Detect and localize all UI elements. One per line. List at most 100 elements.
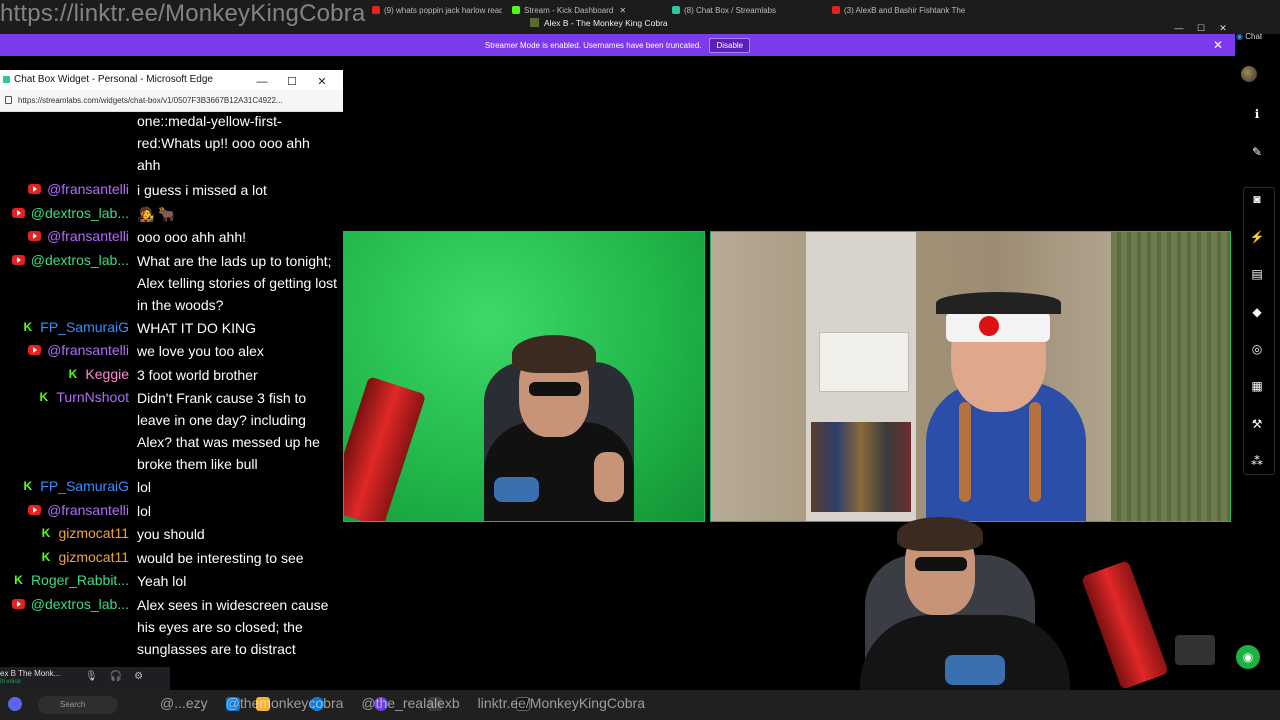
username[interactable]: @fransantelli — [47, 228, 129, 244]
search-input[interactable]: Search — [38, 696, 118, 714]
close-icon[interactable]: ✕ — [619, 6, 626, 15]
username[interactable]: @fransantelli — [47, 502, 129, 518]
close-icon[interactable]: ✕ — [1213, 38, 1223, 52]
chat-bubble-icon[interactable]: ◆ — [1249, 304, 1265, 320]
broadcast-icon[interactable]: ◎ — [1249, 341, 1265, 357]
disable-button[interactable]: Disable — [709, 37, 751, 53]
username[interactable]: TurnNshoot — [56, 389, 129, 405]
video-panel-host — [710, 231, 1231, 522]
window-title: Alex B - The Monkey King Cobra — [530, 18, 668, 28]
microphone-icon[interactable]: 🎙 — [85, 671, 98, 682]
camera-icon[interactable]: ◙ — [1249, 191, 1265, 207]
person-hair — [512, 335, 596, 373]
kick-icon: K — [41, 526, 51, 540]
calligraphy-scroll — [819, 332, 909, 392]
microphone-shape — [1080, 560, 1170, 690]
headphones — [936, 292, 1061, 314]
wrench-icon[interactable]: ⚒ — [1249, 416, 1265, 432]
username[interactable]: Roger_Rabbit... — [31, 572, 129, 588]
sunglasses — [529, 382, 581, 396]
message-text: would be interesting to see — [137, 550, 304, 566]
maximize-icon[interactable]: ☐ — [1190, 23, 1212, 34]
headphones-icon[interactable]: 🎧 — [110, 671, 122, 682]
right-sidebar: ℹ ✎ ◙ ⚡ ▤ ◆ ◎ ▦ ⚒ ⁂ — [1235, 56, 1280, 636]
maximize-icon[interactable]: ☐ — [277, 75, 307, 88]
username[interactable]: Keggie — [85, 366, 129, 382]
kick-icon: K — [39, 390, 49, 404]
username[interactable]: FP_SamuraiG — [40, 319, 129, 335]
youtube-icon — [832, 6, 840, 14]
window-controls: — ☐ ✕ — [247, 72, 337, 90]
books — [811, 422, 911, 512]
braid-left — [959, 402, 971, 502]
chat-bubble-icon[interactable]: ◉ — [1236, 645, 1260, 669]
url-text: https://streamlabs.com/widgets/chat-box/… — [18, 96, 283, 105]
streamlabs-icon — [3, 76, 10, 83]
username[interactable]: @dextros_lab... — [31, 252, 129, 268]
message-text: Didn't Frank cause 3 fish to leave in on… — [137, 390, 320, 472]
social-handle: linktr.ee/MonkeyKingCobra — [477, 695, 645, 711]
share-icon[interactable]: ⁂ — [1249, 453, 1265, 469]
banner-text: Streamer Mode is enabled. Usernames have… — [484, 40, 702, 50]
address-bar[interactable]: https://streamlabs.com/widgets/chat-box/… — [0, 90, 343, 112]
close-icon[interactable]: ✕ — [307, 75, 337, 88]
voice-user-name: ex B The Monk... — [0, 669, 61, 678]
browser-tab-strip: (9) whats poppin jack harlow reac Stream… — [0, 0, 1280, 34]
username[interactable]: gizmocat11 — [58, 525, 129, 541]
message-text: Yeah lol — [137, 573, 187, 589]
message-text: lol — [137, 503, 152, 519]
username[interactable]: FP_SamuraiG — [40, 478, 129, 494]
username[interactable]: @dextros_lab... — [31, 205, 129, 221]
streamer-mode-banner: Streamer Mode is enabled. Usernames have… — [0, 34, 1235, 56]
browser-tab[interactable]: (3) AlexB and Bashir Fishtank The — [832, 6, 982, 22]
window-controls: — ☐ ✕ — [1168, 18, 1234, 33]
info-icon[interactable]: ℹ — [1249, 106, 1265, 122]
discord-icon[interactable] — [8, 697, 22, 711]
kick-icon: K — [41, 550, 51, 564]
social-handle: @...ezy — [160, 695, 208, 711]
username[interactable]: @fransantelli — [47, 342, 129, 358]
kick-icon: K — [23, 320, 33, 334]
browser-tab[interactable]: (9) whats poppin jack harlow reac — [372, 6, 502, 22]
message-text: you should — [137, 526, 205, 542]
layers-icon[interactable]: ▦ — [1249, 378, 1265, 394]
minimize-icon[interactable]: — — [247, 76, 277, 88]
message-text: 3 foot world brother — [137, 367, 258, 383]
bolt-icon[interactable]: ⚡ — [1249, 229, 1265, 245]
gear-icon[interactable]: ⚙ — [134, 671, 143, 682]
minimize-icon[interactable]: — — [1168, 23, 1190, 33]
video-panel-guest — [343, 231, 705, 522]
edge-chat-button[interactable]: ◉ Chat — [1236, 32, 1280, 48]
youtube-icon — [28, 505, 42, 515]
youtube-icon — [11, 599, 25, 609]
sunglasses — [915, 557, 967, 571]
notes-icon[interactable]: ▤ — [1249, 266, 1265, 282]
voice-controls: 🎙 🎧 ⚙ — [85, 671, 155, 682]
close-icon[interactable]: ✕ — [1212, 23, 1234, 34]
youtube-icon — [28, 345, 42, 355]
overlay-link-text: https://linktr.ee/MonkeyKingCobra — [0, 0, 366, 27]
pencil-icon[interactable]: ✎ — [1249, 144, 1265, 160]
kick-icon: K — [14, 573, 23, 587]
username[interactable]: gizmocat11 — [58, 549, 129, 565]
copilot-icon: ◉ — [1236, 32, 1243, 41]
username[interactable]: @fransantelli — [47, 181, 129, 197]
lock-icon — [5, 96, 12, 104]
taskbar: Search @...ezy @themonkeycobra @the_realal… — [0, 690, 1280, 720]
rising-sun-emblem — [979, 316, 999, 336]
person-hair — [897, 517, 983, 551]
glove — [494, 477, 539, 502]
mic-arm — [1175, 635, 1215, 665]
message-text: one::medal-yellow-first-red:Whats up!! o… — [137, 113, 310, 173]
chat-window-title: Chat Box Widget - Personal - Microsoft E… — [14, 74, 213, 85]
browser-tab[interactable]: (8) Chat Box / Streamlabs — [672, 6, 812, 22]
youtube-icon — [28, 231, 42, 241]
username[interactable]: @dextros_lab... — [31, 596, 129, 612]
message-text: What are the lads up to tonight; Alex te… — [137, 253, 337, 313]
app-icon — [530, 18, 539, 27]
avatar[interactable] — [1241, 66, 1257, 82]
youtube-icon — [11, 208, 25, 218]
curtain — [1111, 232, 1230, 521]
chat-window-titlebar: Chat Box Widget - Personal - Microsoft E… — [0, 70, 343, 90]
kick-icon: K — [23, 479, 33, 493]
